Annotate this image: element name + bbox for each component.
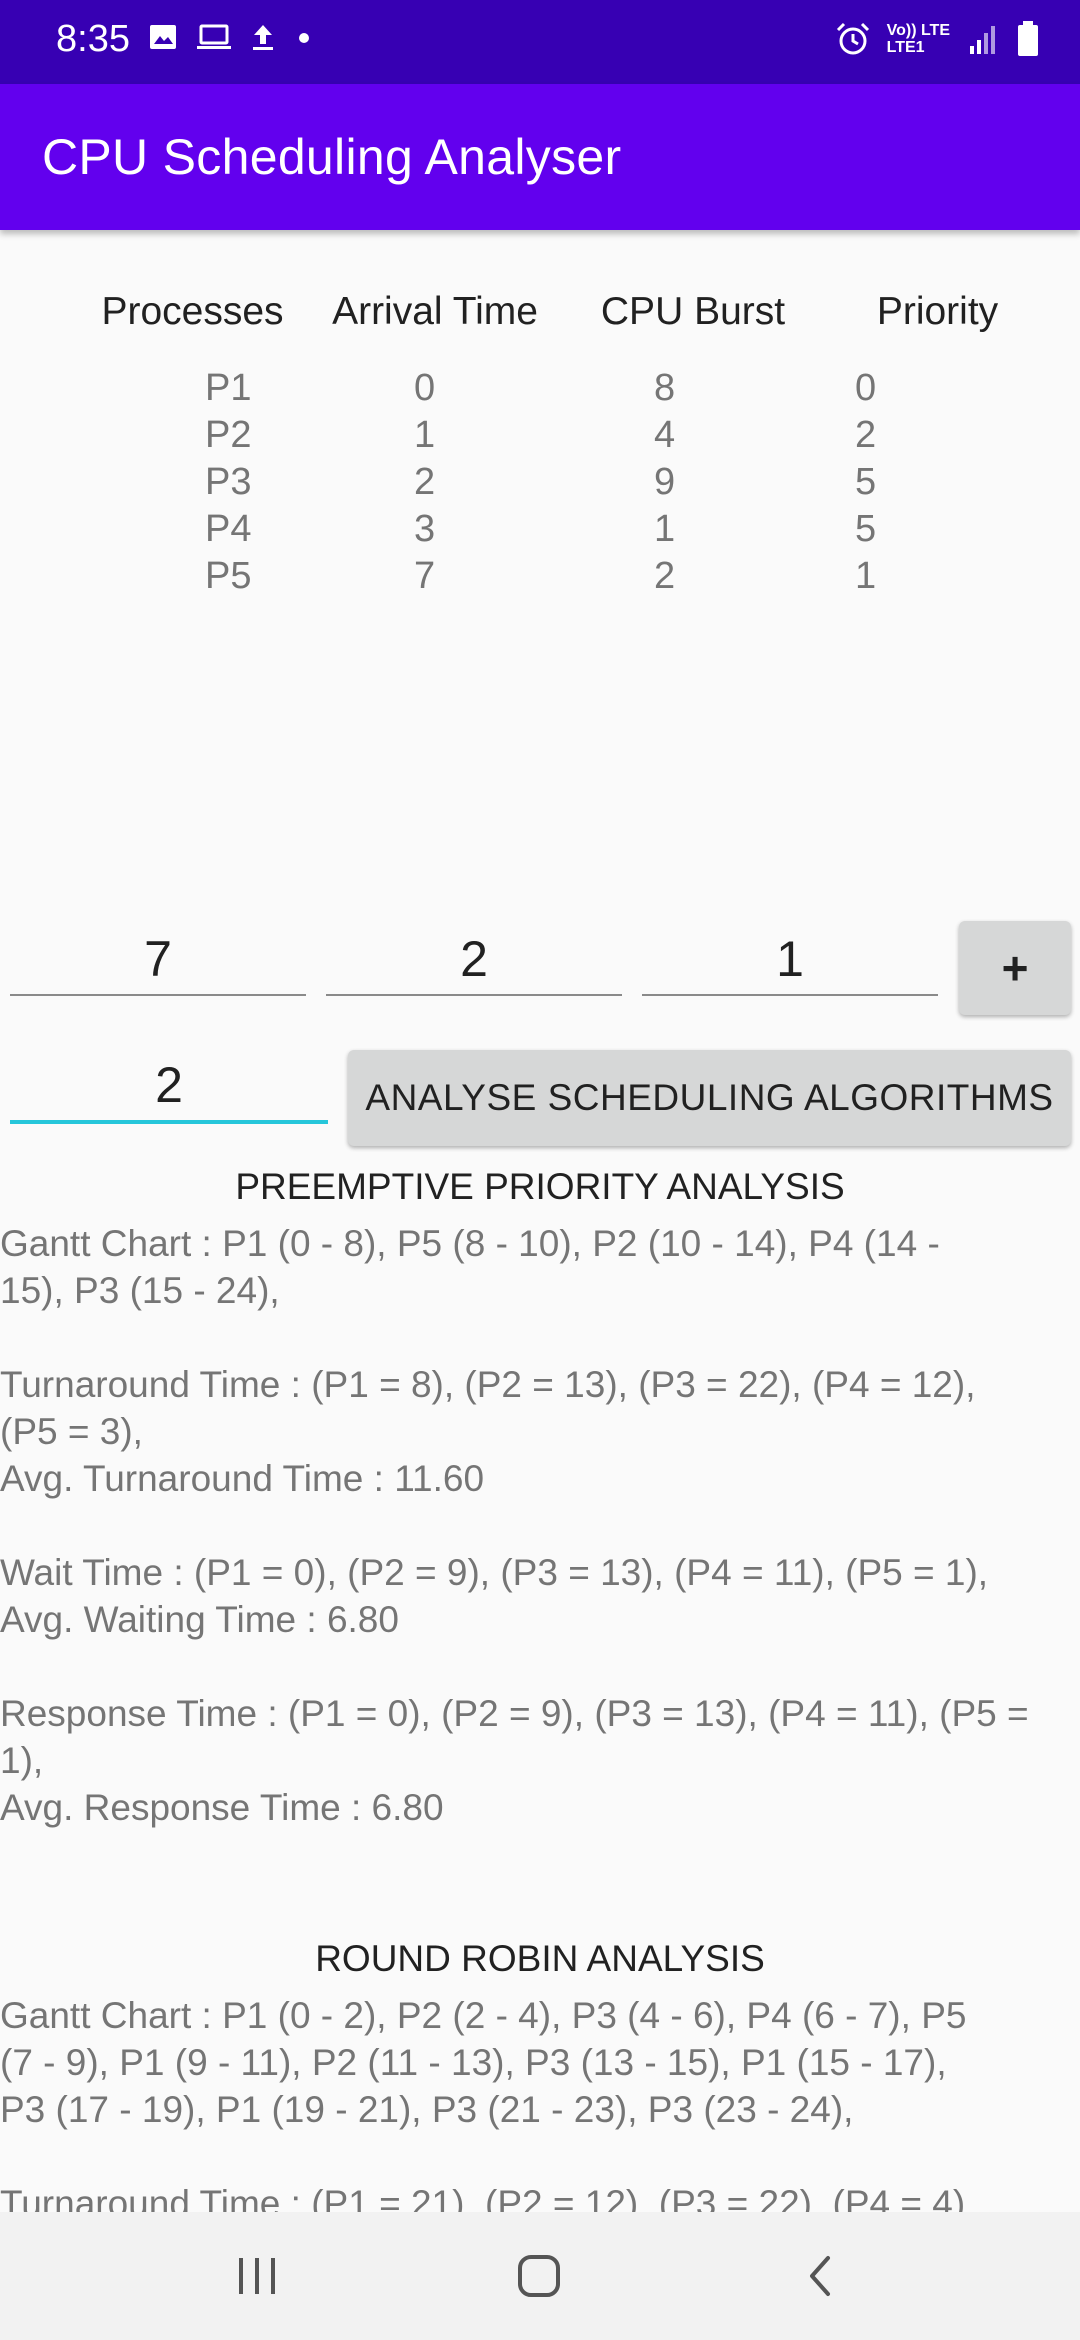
network-label-bottom: LTE1 bbox=[886, 39, 925, 56]
header-processes: Processes bbox=[101, 290, 284, 333]
arrival-cell: 2 bbox=[414, 461, 436, 503]
turnaround-time-text: (P5 = 3), bbox=[0, 1411, 143, 1452]
burst-cell: 1 bbox=[654, 508, 676, 550]
app-bar: CPU Scheduling Analyser bbox=[0, 84, 1080, 230]
process-column: P1 P2 P3 P4 P5 bbox=[205, 365, 251, 600]
priority-column: 0 2 5 5 1 bbox=[855, 365, 876, 600]
process-cell: P1 bbox=[205, 367, 252, 409]
add-process-button[interactable]: + bbox=[959, 921, 1071, 1015]
preemptive-priority-title: PREEMPTIVE PRIORITY ANALYSIS bbox=[235, 1166, 845, 1207]
round-robin-title: ROUND ROBIN ANALYSIS bbox=[315, 1938, 765, 1979]
preemptive-priority-results: Gantt Chart : P1 (0 - 8), P5 (8 - 10), P… bbox=[0, 1220, 1080, 1831]
process-cell: P4 bbox=[205, 508, 252, 550]
priority-cell: 0 bbox=[855, 367, 877, 409]
arrival-cell: 0 bbox=[414, 367, 436, 409]
gantt-chart-text: 15), P3 (15 - 24), bbox=[0, 1270, 280, 1311]
network-label-top: Vo)) LTE bbox=[886, 22, 950, 39]
burst-column: 8 4 9 1 2 bbox=[654, 365, 675, 600]
dot-icon bbox=[299, 33, 309, 43]
status-system-icons: Vo)) LTE LTE1 bbox=[835, 20, 1040, 58]
process-cell: P5 bbox=[205, 555, 252, 597]
burst-cell: 4 bbox=[654, 414, 676, 456]
gantt-chart-text: Gantt Chart : P1 (0 - 8), P5 (8 - 10), P… bbox=[0, 1223, 940, 1264]
arrival-cell: 7 bbox=[414, 555, 436, 597]
avg-turnaround-time-text: Avg. Turnaround Time : 11.60 bbox=[0, 1458, 485, 1499]
app-title: CPU Scheduling Analyser bbox=[42, 129, 622, 185]
arrival-time-input[interactable]: 7 bbox=[10, 930, 306, 996]
home-icon[interactable] bbox=[515, 2252, 563, 2300]
header-cpu-burst: CPU Burst bbox=[600, 290, 786, 333]
status-bar: 8:35 Vo)) LTE LTE1 bbox=[0, 0, 1080, 84]
burst-cell: 9 bbox=[654, 461, 676, 503]
burst-cell: 8 bbox=[654, 367, 676, 409]
header-arrival-time: Arrival Time bbox=[332, 290, 538, 333]
response-time-text: 1), bbox=[0, 1740, 44, 1781]
process-cell: P2 bbox=[205, 414, 252, 456]
upload-icon bbox=[253, 25, 273, 50]
response-time-text: Response Time : (P1 = 0), (P2 = 9), (P3 … bbox=[0, 1693, 1029, 1734]
header-priority: Priority bbox=[876, 290, 999, 333]
battery-icon bbox=[1018, 21, 1038, 56]
laptop-icon bbox=[197, 24, 231, 49]
time-quantum-input[interactable]: 2 bbox=[10, 1056, 328, 1124]
alarm-icon bbox=[836, 22, 869, 55]
process-cell: P3 bbox=[205, 461, 252, 503]
priority-cell: 1 bbox=[855, 555, 877, 597]
arrival-cell: 3 bbox=[414, 508, 436, 550]
priority-input[interactable]: 1 bbox=[642, 930, 938, 996]
arrival-column: 0 1 2 3 7 bbox=[414, 365, 435, 600]
priority-cell: 2 bbox=[855, 414, 877, 456]
burst-cell: 2 bbox=[654, 555, 676, 597]
avg-response-time-text: Avg. Response Time : 6.80 bbox=[0, 1787, 444, 1828]
wait-time-text: Wait Time : (P1 = 0), (P2 = 9), (P3 = 13… bbox=[0, 1552, 989, 1593]
status-time: 8:35 bbox=[56, 18, 130, 60]
avg-waiting-time-text: Avg. Waiting Time : 6.80 bbox=[0, 1599, 399, 1640]
image-icon bbox=[150, 25, 176, 49]
back-icon[interactable] bbox=[800, 2252, 840, 2300]
gantt-chart-text: P3 (17 - 19), P1 (19 - 21), P3 (21 - 23)… bbox=[0, 2089, 854, 2130]
priority-cell: 5 bbox=[855, 508, 877, 550]
arrival-cell: 1 bbox=[414, 414, 436, 456]
gantt-chart-text: (7 - 9), P1 (9 - 11), P2 (11 - 13), P3 (… bbox=[0, 2042, 947, 2083]
analyse-button[interactable]: ANALYSE SCHEDULING ALGORITHMS bbox=[348, 1050, 1071, 1146]
cpu-burst-input[interactable]: 2 bbox=[326, 930, 622, 996]
volte-lte-icon: Vo)) LTE LTE1 bbox=[887, 22, 950, 56]
recent-apps-icon[interactable] bbox=[235, 2252, 279, 2300]
round-robin-results: Gantt Chart : P1 (0 - 2), P2 (2 - 4), P3… bbox=[0, 1992, 1080, 2227]
status-notification-icons bbox=[148, 22, 314, 52]
gantt-chart-text: Gantt Chart : P1 (0 - 2), P2 (2 - 4), P3… bbox=[0, 1995, 967, 2036]
turnaround-time-text: Turnaround Time : (P1 = 8), (P2 = 13), (… bbox=[0, 1364, 976, 1405]
signal-icon bbox=[970, 26, 995, 54]
priority-cell: 5 bbox=[855, 461, 877, 503]
navigation-bar bbox=[0, 2212, 1080, 2340]
